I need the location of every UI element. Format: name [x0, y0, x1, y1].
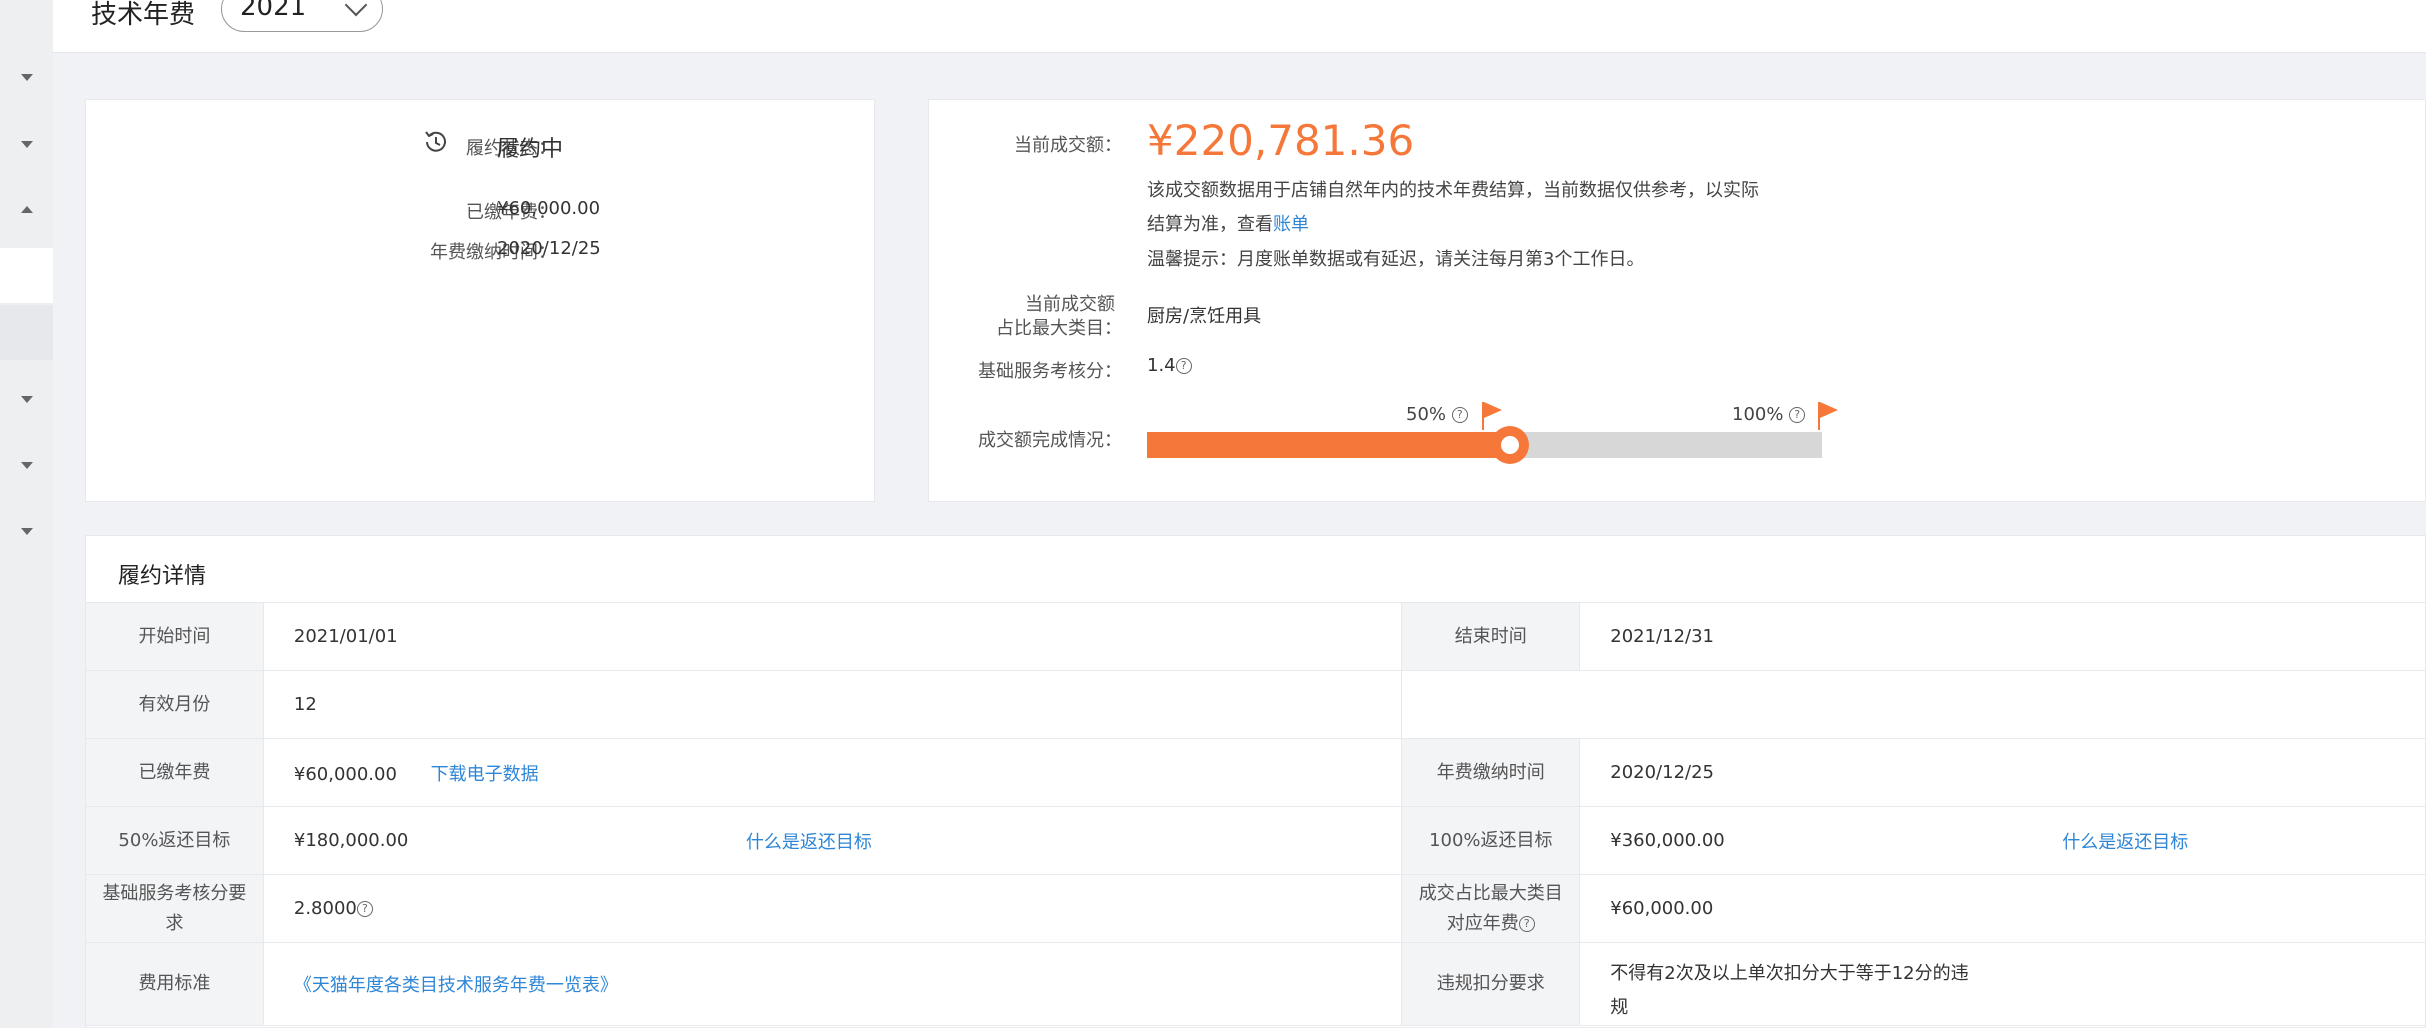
target-50-label: 50%返还目标 — [85, 806, 264, 875]
fee-standard-link[interactable]: 《天猫年度各类目技术服务年费一览表》 — [294, 975, 618, 996]
deal-progress-fill — [1147, 432, 1511, 458]
deal-note-line2: 结算为准，查看账单 — [1147, 208, 1309, 242]
paid-fee-value: ¥60,000.00 — [497, 198, 601, 219]
current-deal-label: 当前成交额： — [1014, 135, 1122, 156]
top-category-label-1: 当前成交额 — [1025, 294, 1115, 315]
score-req-label: 基础服务考核分要 求 — [85, 874, 264, 943]
violation-label: 违规扣分要求 — [1401, 942, 1581, 1026]
milestone-50: 50% ? — [1406, 404, 1468, 425]
milestone-100: 100% ? — [1732, 404, 1806, 425]
caret-down-icon — [20, 461, 33, 469]
end-time-value: 2021/12/31 — [1579, 602, 2426, 671]
end-time-label: 结束时间 — [1401, 602, 1581, 671]
sidebar-toggle-2[interactable] — [0, 115, 53, 173]
score-req-value: 2.8000? — [262, 874, 1403, 943]
caret-down-icon — [20, 527, 33, 535]
table-row: 50%返还目标 ¥180,000.00 什么是返还目标 100%返还目标 ¥36… — [85, 806, 2426, 875]
paid-time-row-value: 2020/12/25 — [1579, 738, 2426, 807]
months-label: 有效月份 — [85, 670, 264, 739]
milestone-100-label: 100% — [1732, 404, 1784, 425]
top-category-value: 厨房/烹饪用具 — [1147, 306, 1262, 327]
target-100-amount: ¥360,000.00 — [1610, 830, 1725, 851]
sidebar-item-active[interactable] — [0, 248, 53, 303]
fee-standard-value: 《天猫年度各类目技术服务年费一览表》 — [262, 942, 1403, 1026]
sidebar-toggle-5[interactable] — [0, 436, 53, 494]
caret-down-icon — [20, 73, 33, 81]
violation-value-line2: 规 — [1610, 997, 1629, 1018]
violation-value: 不得有2次及以上单次扣分大于等于12分的违 规 — [1579, 942, 2426, 1026]
deal-note-line3: 温馨提示：月度账单数据或有延迟，请关注每月第3个工作日。 — [1147, 249, 1645, 270]
what-target-link[interactable]: 什么是返还目标 — [746, 828, 872, 854]
status-card: 履约状态： 履约中 已缴年费： ¥60,000.00 年费缴纳时间： 2020/… — [85, 99, 875, 502]
violation-value-line1: 不得有2次及以上单次扣分大于等于12分的违 — [1610, 963, 1969, 984]
top-fee-value: ¥60,000.00 — [1579, 874, 2426, 943]
top-category-label-2: 占比最大类目： — [996, 318, 1122, 339]
question-icon[interactable]: ? — [1789, 407, 1806, 423]
table-row: 费用标准 《天猫年度各类目技术服务年费一览表》 违规扣分要求 不得有2次及以上单… — [85, 942, 2426, 1026]
sidebar — [0, 0, 53, 1028]
caret-up-icon — [20, 205, 33, 213]
sidebar-toggle-6[interactable] — [0, 502, 53, 560]
page-title: 技术年费 — [91, 0, 196, 30]
target-50-value: ¥180,000.00 什么是返还目标 — [262, 806, 1403, 875]
target-100-label: 100%返还目标 — [1401, 806, 1581, 875]
caret-down-icon — [20, 140, 33, 148]
sidebar-toggle-3[interactable] — [0, 180, 53, 238]
question-icon[interactable]: ? — [1518, 915, 1535, 932]
year-select-value: 2021 — [240, 0, 307, 22]
paid-fee-row-label: 已缴年费 — [85, 738, 264, 807]
fee-standard-label: 费用标准 — [85, 942, 264, 1026]
score-label: 基础服务考核分： — [978, 361, 1122, 382]
top-fee-label-line2-wrap: 对应年费? — [1402, 909, 1579, 939]
what-target-link-2[interactable]: 什么是返还目标 — [2062, 828, 2188, 854]
progress-label: 成交额完成情况： — [978, 430, 1122, 451]
milestone-50-label: 50% — [1406, 404, 1447, 425]
score-req-amount: 2.8000 — [293, 898, 357, 919]
detail-title: 履约详情 — [118, 564, 207, 589]
table-row: 开始时间 2021/01/01 结束时间 2021/12/31 — [85, 602, 2426, 671]
top-fee-label-line1: 成交占比最大类目 — [1418, 882, 1563, 904]
paid-time-value: 2020/12/25 — [497, 238, 601, 259]
question-icon[interactable]: ? — [1451, 407, 1468, 423]
paid-fee-row-value: ¥60,000.00 下载电子数据 — [262, 738, 1403, 807]
score-value: 1.4 — [1147, 355, 1176, 376]
bill-link[interactable]: 账单 — [1273, 214, 1309, 235]
flag-100-icon — [1818, 402, 1840, 430]
months-value: 12 — [262, 670, 1403, 739]
score-value-wrap: 1.4? — [1147, 355, 1192, 376]
paid-fee-amount: ¥60,000.00 — [293, 763, 397, 785]
start-time-value: 2021/01/01 — [262, 602, 1403, 671]
sidebar-item-sub[interactable] — [0, 305, 53, 360]
year-select[interactable]: 2021 — [221, 0, 383, 32]
detail-table: 开始时间 2021/01/01 结束时间 2021/12/31 有效月份 12 … — [85, 602, 2426, 1026]
deal-note-line1: 该成交额数据用于店铺自然年内的技术年费结算，当前数据仅供参考，以实际 — [1147, 180, 1759, 201]
empty-cell — [1401, 670, 2426, 739]
deal-progress-bar — [1147, 426, 1822, 464]
top-fee-label-line2: 对应年费 — [1446, 912, 1519, 934]
top-fee-label: 成交占比最大类目 对应年费? — [1401, 874, 1581, 943]
score-req-label-line1: 基础服务考核分要 — [102, 882, 247, 904]
table-row: 基础服务考核分要 求 2.8000? 成交占比最大类目 对应年费? ¥60,00… — [85, 874, 2426, 943]
paid-time-row-label: 年费缴纳时间 — [1401, 738, 1581, 807]
sidebar-toggle-1[interactable] — [0, 48, 53, 106]
start-time-label: 开始时间 — [85, 602, 264, 671]
download-data-link[interactable]: 下载电子数据 — [431, 764, 539, 785]
sidebar-toggle-4[interactable] — [0, 370, 53, 428]
page-header: 技术年费 2021 — [53, 0, 2426, 53]
table-row: 已缴年费 ¥60,000.00 下载电子数据 年费缴纳时间 2020/12/25 — [85, 738, 2426, 807]
status-value: 履约中 — [497, 137, 564, 162]
question-icon[interactable]: ? — [1175, 358, 1192, 374]
target-100-value: ¥360,000.00 什么是返还目标 — [1579, 806, 2426, 875]
question-icon[interactable]: ? — [356, 901, 373, 917]
score-req-label-line2: 求 — [165, 912, 184, 934]
caret-down-icon — [20, 395, 33, 403]
target-50-amount: ¥180,000.00 — [293, 830, 409, 851]
deal-note-prefix: 结算为准，查看 — [1147, 214, 1273, 235]
chevron-down-icon — [344, 0, 368, 17]
table-row: 有效月份 12 — [85, 670, 2426, 739]
current-deal-value: ¥220,781.36 — [1147, 116, 1415, 165]
flag-50-icon — [1482, 402, 1504, 430]
